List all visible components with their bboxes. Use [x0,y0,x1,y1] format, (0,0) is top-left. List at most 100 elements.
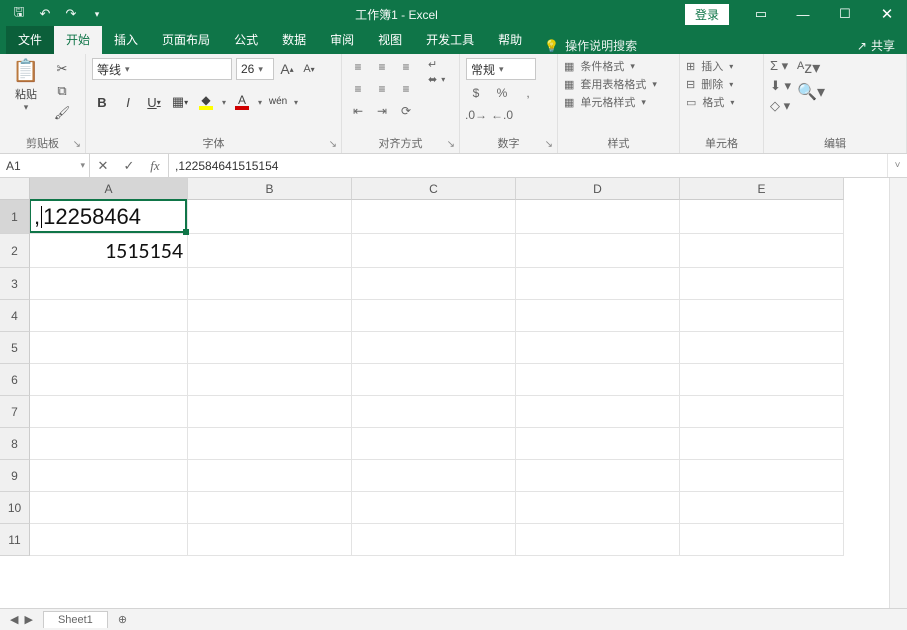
cell-d1[interactable] [516,200,680,234]
maximize-icon[interactable]: ☐ [825,0,865,28]
cell-b8[interactable] [188,428,352,460]
align-center-icon[interactable]: ≡ [372,80,392,98]
minimize-icon[interactable]: — [783,0,823,28]
cell-a10[interactable] [30,492,188,524]
undo-icon[interactable]: ↶ [34,3,56,25]
align-bottom-icon[interactable]: ≡ [396,58,416,76]
share-button[interactable]: ↗ 共享 [857,37,901,54]
row-header-8[interactable]: 8 [0,428,30,460]
paste-button[interactable]: 📋 粘贴 ▾ [6,58,46,113]
vertical-scrollbar[interactable] [889,178,907,608]
font-name-combo[interactable]: 等线 ▾ [92,58,232,80]
clear-icon[interactable]: ◇ ▾ [770,98,791,114]
col-header-e[interactable]: E [680,178,844,200]
formula-input[interactable]: ,122584641515154 [169,154,887,177]
cell-b5[interactable] [188,332,352,364]
chevron-down-icon[interactable]: ▾ [222,98,226,107]
chevron-down-icon[interactable]: ▾ [258,98,262,107]
tab-review[interactable]: 审阅 [318,26,366,54]
dialog-launcher-icon[interactable]: ↘ [329,139,337,150]
row-header-3[interactable]: 3 [0,268,30,300]
tab-developer[interactable]: 开发工具 [414,26,486,54]
cell-styles-button[interactable]: ▦单元格样式▾ [564,94,657,110]
decrease-decimal-icon[interactable]: ←.0 [492,106,512,124]
cell-b1[interactable] [188,200,352,234]
cell-c7[interactable] [352,396,516,428]
cell-b4[interactable] [188,300,352,332]
delete-cells-button[interactable]: ⊟删除▾ [686,76,734,92]
cell-e5[interactable] [680,332,844,364]
phonetic-button[interactable]: wén [268,92,288,112]
cell-e4[interactable] [680,300,844,332]
cell-c8[interactable] [352,428,516,460]
grow-font-icon[interactable]: A▴ [278,58,296,80]
cell-e7[interactable] [680,396,844,428]
align-top-icon[interactable]: ≡ [348,58,368,76]
cell-a4[interactable] [30,300,188,332]
accounting-format-icon[interactable]: $ [466,84,486,102]
cell-c10[interactable] [352,492,516,524]
tab-formulas[interactable]: 公式 [222,26,270,54]
close-icon[interactable]: ✕ [867,0,907,28]
cell-d6[interactable] [516,364,680,396]
cell-c9[interactable] [352,460,516,492]
cell-a2[interactable]: 1515154 [30,234,188,268]
row-header-5[interactable]: 5 [0,332,30,364]
cell-a3[interactable] [30,268,188,300]
format-cells-button[interactable]: ▭格式▾ [686,94,734,110]
cell-a11[interactable] [30,524,188,556]
tell-me[interactable]: 💡 操作说明搜索 [544,37,637,54]
cell-c11[interactable] [352,524,516,556]
select-all-corner[interactable] [0,178,30,200]
cell-e11[interactable] [680,524,844,556]
align-left-icon[interactable]: ≡ [348,80,368,98]
cell-b9[interactable] [188,460,352,492]
cell-d8[interactable] [516,428,680,460]
row-header-10[interactable]: 10 [0,492,30,524]
row-header-1[interactable]: 1 [0,200,30,234]
cell-c2[interactable] [352,234,516,268]
cell-d4[interactable] [516,300,680,332]
sheet-next-icon[interactable]: ▶ [24,613,32,626]
format-as-table-button[interactable]: ▦套用表格格式▾ [564,76,657,92]
chevron-down-icon[interactable]: ▾ [294,98,298,107]
row-header-11[interactable]: 11 [0,524,30,556]
cell-a9[interactable] [30,460,188,492]
cut-icon[interactable]: ✂ [52,60,72,78]
dialog-launcher-icon[interactable]: ↘ [447,139,455,150]
increase-indent-icon[interactable]: ⇥ [372,102,392,120]
redo-icon[interactable]: ↷ [60,3,82,25]
login-button[interactable]: 登录 [685,4,729,25]
sheet-prev-icon[interactable]: ◀ [10,613,18,626]
wrap-text-button[interactable]: ↵ [428,58,445,71]
col-header-a[interactable]: A [30,178,188,200]
row-header-7[interactable]: 7 [0,396,30,428]
copy-icon[interactable]: ⧉ [52,82,72,100]
bold-button[interactable]: B [92,92,112,112]
cell-a5[interactable] [30,332,188,364]
find-select-icon[interactable]: 🔍▾ [797,82,825,102]
tab-help[interactable]: 帮助 [486,26,534,54]
cell-c3[interactable] [352,268,516,300]
cell-b6[interactable] [188,364,352,396]
insert-cells-button[interactable]: ⊞插入▾ [686,58,734,74]
cell-e8[interactable] [680,428,844,460]
confirm-edit-icon[interactable]: ✓ [116,158,142,174]
qat-customize-icon[interactable]: ▾ [86,3,108,25]
dialog-launcher-icon[interactable]: ↘ [73,139,81,150]
expand-formula-bar-icon[interactable]: ˅ [887,154,907,177]
tab-file[interactable]: 文件 [6,26,54,54]
fill-color-button[interactable]: ◆ [196,92,216,112]
format-painter-icon[interactable]: 🖌 [52,104,72,122]
underline-button[interactable]: U▾ [144,92,164,112]
new-sheet-icon[interactable]: ⊕ [108,613,137,626]
italic-button[interactable]: I [118,92,138,112]
percent-format-icon[interactable]: % [492,84,512,102]
number-format-combo[interactable]: 常规 ▾ [466,58,536,80]
cell-c6[interactable] [352,364,516,396]
insert-function-icon[interactable]: fx [142,158,168,174]
col-header-b[interactable]: B [188,178,352,200]
increase-decimal-icon[interactable]: .0→ [466,106,486,124]
cell-b2[interactable] [188,234,352,268]
row-header-4[interactable]: 4 [0,300,30,332]
